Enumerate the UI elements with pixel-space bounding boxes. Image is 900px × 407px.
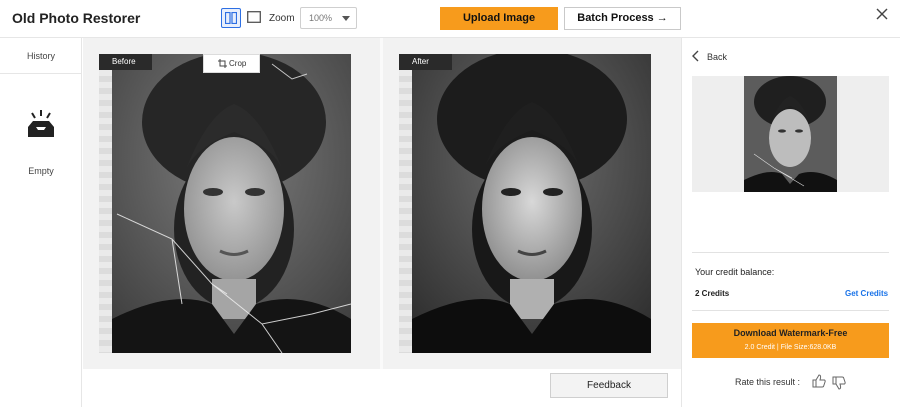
history-sidebar: History Empty	[0, 38, 82, 407]
download-info: 2.0 Credit | File Size:628.0KB	[744, 344, 837, 351]
inbox-icon	[28, 110, 54, 137]
split-view-button[interactable]	[221, 8, 241, 28]
result-thumbnail	[744, 76, 837, 192]
top-bar: Old Photo Restorer Zoom 100% Upload Imag…	[0, 0, 900, 38]
before-label: Before	[99, 54, 152, 70]
photo-border-decoration	[99, 70, 112, 353]
empty-history-label: Empty	[28, 166, 54, 176]
credit-balance-label: Your credit balance:	[695, 267, 775, 277]
zoom-label: Zoom	[269, 13, 295, 24]
crop-button[interactable]: Crop	[203, 54, 260, 73]
chevron-left-icon	[692, 50, 699, 62]
crop-label: Crop	[229, 59, 247, 68]
thumbs-down-icon[interactable]	[832, 376, 846, 390]
feedback-button[interactable]: Feedback	[550, 373, 668, 398]
get-credits-link[interactable]: Get Credits	[845, 289, 888, 298]
history-tab[interactable]: History	[0, 38, 82, 74]
thumbs-up-icon[interactable]	[812, 374, 826, 388]
app-title: Old Photo Restorer	[12, 10, 141, 26]
rate-result-label: Rate this result :	[735, 377, 801, 387]
photo-border-decoration	[399, 70, 412, 353]
after-label: After	[399, 54, 452, 70]
crop-icon	[218, 59, 227, 68]
batch-process-button[interactable]: Batch Process →	[564, 7, 681, 30]
download-watermark-free-button[interactable]: Download Watermark-Free 2.0 Credit | Fil…	[692, 323, 889, 358]
upload-image-button[interactable]: Upload Image	[440, 7, 558, 30]
close-icon[interactable]	[875, 7, 889, 21]
single-view-button[interactable]	[244, 8, 264, 28]
after-photo	[412, 54, 651, 353]
before-photo	[112, 54, 351, 353]
single-view-icon	[247, 11, 261, 23]
download-label: Download Watermark-Free	[733, 328, 848, 338]
credit-count: 2 Credits	[695, 289, 730, 298]
back-label: Back	[707, 52, 728, 62]
zoom-select[interactable]: 100%	[300, 7, 357, 29]
compare-divider[interactable]	[380, 38, 383, 369]
chevron-down-icon	[342, 16, 350, 21]
zoom-value: 100%	[309, 13, 333, 23]
split-view-icon	[225, 12, 237, 24]
divider	[692, 252, 889, 253]
divider	[692, 310, 889, 311]
back-button[interactable]: Back	[691, 48, 736, 64]
